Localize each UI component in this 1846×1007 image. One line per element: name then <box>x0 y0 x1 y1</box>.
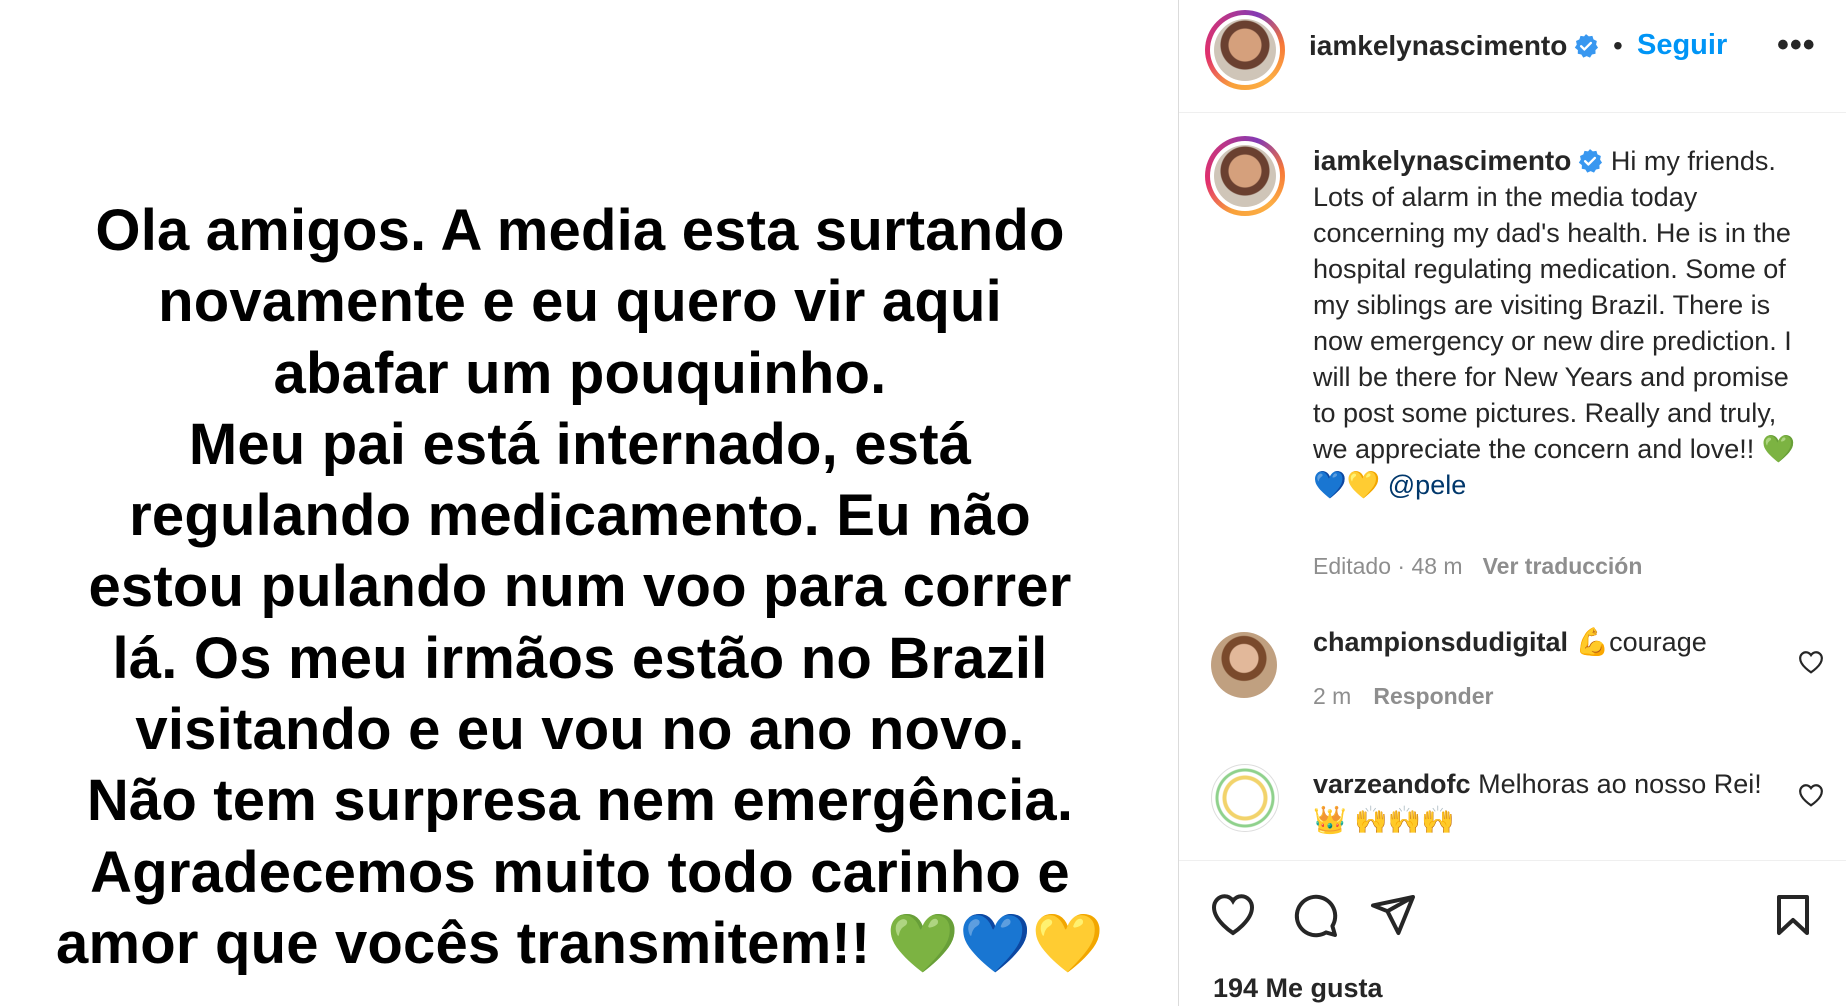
post-actions-bar: 194 Me gusta <box>1179 860 1846 1007</box>
follow-button[interactable]: Seguir <box>1637 29 1727 62</box>
author-photo <box>1214 19 1276 81</box>
post-text-line: Meu pai está internado, está <box>188 411 972 477</box>
see-translation-button[interactable]: Ver traducción <box>1483 553 1643 579</box>
post-image-text: Ola amigos. A media esta surtando novame… <box>0 195 1160 979</box>
comment-like-heart-icon[interactable] <box>1798 650 1824 674</box>
verified-badge-icon <box>1579 149 1603 173</box>
comment: varzeandofc Melhoras ao nosso Rei! 👑 🙌🙌🙌 <box>1313 766 1783 838</box>
commenter-avatar[interactable] <box>1211 764 1279 832</box>
comment-username[interactable]: varzeandofc <box>1313 769 1471 799</box>
likes-count[interactable]: 194 Me gusta <box>1213 973 1383 1004</box>
post-text-line: lá. Os meu irmãos estão no Brazil <box>112 625 1048 691</box>
caption-author-photo <box>1214 145 1276 207</box>
post-image[interactable]: Ola amigos. A media esta surtando novame… <box>0 0 1178 1006</box>
caption-mention-link[interactable]: @pele <box>1388 470 1466 500</box>
like-heart-icon[interactable] <box>1209 891 1257 939</box>
post-header: iamkelynascimento • Seguir ••• <box>1179 0 1846 113</box>
post-text-line: estou pulando num voo para correr <box>88 554 1072 620</box>
post-caption: iamkelynascimento Hi my friends. Lots of… <box>1313 143 1813 503</box>
more-options-icon[interactable]: ••• <box>1777 26 1816 65</box>
caption-text: Hi my friends. Lots of alarm in the medi… <box>1313 146 1796 500</box>
caption-author-avatar[interactable] <box>1205 136 1285 216</box>
post-text-line: amor que vocês transmitem!! 💚💙💛 <box>56 910 1104 976</box>
post-text-line: Não tem surpresa nem emergência. <box>86 768 1074 834</box>
post-text-line: Agradecemos muito todo carinho e <box>90 839 1070 905</box>
post-text-line: visitando e eu vou no ano novo. <box>135 697 1025 763</box>
comment: championsdudigital 💪courage <box>1313 624 1783 660</box>
comment-time: 2 m <box>1313 683 1352 709</box>
post-text-line: regulando medicamento. Eu não <box>129 483 1031 549</box>
comment-text: 💪courage <box>1575 627 1707 657</box>
post-text-line: abafar um pouquinho. <box>273 340 887 406</box>
header-separator: • <box>1613 30 1623 61</box>
comment-like-heart-icon[interactable] <box>1798 783 1824 807</box>
post-text-line: Ola amigos. A media esta surtando <box>95 198 1065 263</box>
header-username[interactable]: iamkelynascimento <box>1309 30 1567 61</box>
caption-edited-time: Editado · 48 m <box>1313 553 1463 579</box>
post-text-line: novamente e eu quero vir aqui <box>158 269 1002 335</box>
commenter-avatar[interactable] <box>1211 632 1277 698</box>
caption-username[interactable]: iamkelynascimento <box>1313 145 1571 176</box>
author-avatar[interactable] <box>1205 10 1285 90</box>
verified-badge-icon <box>1575 34 1599 58</box>
reply-button[interactable]: Responder <box>1373 683 1493 709</box>
header-user: iamkelynascimento <box>1309 30 1599 62</box>
caption-meta: Editado · 48 m Ver traducción <box>1313 553 1642 580</box>
post-side-panel: iamkelynascimento • Seguir ••• iamkelyna… <box>1179 0 1846 1006</box>
share-paper-plane-icon[interactable] <box>1369 891 1417 939</box>
comment-username[interactable]: championsdudigital <box>1313 627 1568 657</box>
comment-bubble-icon[interactable] <box>1291 891 1339 939</box>
comment-meta: 2 m Responder <box>1313 683 1493 710</box>
save-bookmark-icon[interactable] <box>1769 891 1817 939</box>
